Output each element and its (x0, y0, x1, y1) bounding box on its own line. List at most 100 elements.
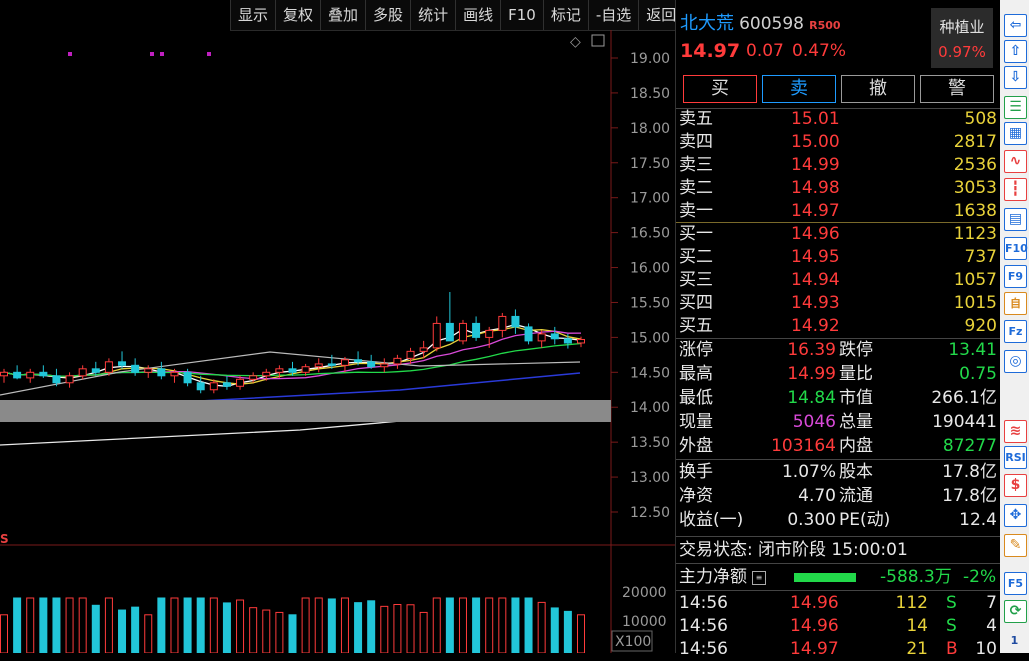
down-arrow-icon[interactable]: ⇩ (1004, 66, 1027, 89)
bid-row[interactable]: 买一 14.96 1123 (676, 223, 1001, 246)
self-icon[interactable]: 自 (1004, 292, 1027, 315)
toolbar-restore-rights[interactable]: 复权 (275, 0, 320, 30)
candle-body (577, 338, 585, 344)
toolbar-statistics[interactable]: 统计 (410, 0, 455, 30)
sector-name: 种植业 (939, 18, 985, 36)
price-tick-label: 14.00 (630, 400, 670, 416)
volume-bar (131, 606, 140, 653)
volume-bar (380, 605, 389, 653)
cancel-button[interactable]: 撤 (841, 75, 915, 103)
tick-count: 10 (975, 639, 997, 659)
candle-body (340, 359, 349, 366)
candle-body (563, 338, 572, 344)
f10-icon[interactable]: F10 (1004, 237, 1028, 260)
fz-icon[interactable]: Fz (1004, 320, 1027, 343)
buy-button[interactable]: 买 (683, 75, 757, 103)
tick-count: 4 (986, 616, 997, 636)
last-price: 14.97 (680, 40, 741, 62)
volume-bar (550, 607, 559, 653)
volume-bar (91, 604, 100, 653)
stat-label: PE(动) (839, 510, 891, 530)
ask-row[interactable]: 卖五 15.01 508 (676, 108, 1001, 131)
volume-bar (249, 607, 258, 653)
stat-value: 14.99 (787, 364, 836, 384)
move-icon[interactable]: ✥ (1004, 504, 1027, 527)
support-band (0, 400, 611, 422)
volume-bar (65, 597, 74, 653)
f9-icon[interactable]: F9 (1004, 265, 1027, 288)
candle-icon[interactable]: ┇ (1004, 178, 1027, 201)
list-icon[interactable]: ☰ (1004, 96, 1027, 119)
diamond-icon[interactable]: ◇ (570, 34, 581, 50)
line-chart-icon[interactable]: ∿ (1004, 150, 1027, 173)
sector-box[interactable]: 种植业 0.97% (931, 8, 993, 68)
candle-body (432, 322, 441, 349)
volume-bar (393, 604, 402, 653)
bid-row[interactable]: 买三 14.94 1057 (676, 269, 1001, 292)
toolbar-f10[interactable]: F10 (500, 0, 543, 30)
toolbar-mark[interactable]: 标记 (542, 0, 588, 30)
stat-value: 17.8亿 (942, 486, 997, 506)
ask-row[interactable]: 卖一 14.97 1638 (676, 200, 1001, 223)
refresh-icon[interactable]: ⟳ (1004, 600, 1027, 623)
bid-row[interactable]: 买二 14.95 737 (676, 246, 1001, 269)
price-tick-label: 15.50 (630, 295, 670, 311)
up-arrow-icon[interactable]: ⇧ (1004, 40, 1027, 63)
tick-side: S (946, 593, 957, 613)
macd-icon[interactable]: ≋ (1004, 420, 1027, 443)
kline-chart[interactable]: 19.00 18.50 18.00 17.50 17.00 16.50 16.00 15.50… (0, 30, 675, 653)
pen-icon[interactable]: ✎ (1004, 534, 1027, 557)
candle-body (537, 333, 546, 342)
candle-body (104, 361, 113, 373)
level-price: 14.92 (791, 316, 840, 336)
window-toggle-icon[interactable] (591, 34, 605, 47)
volume-bar (236, 599, 245, 653)
candle-body (183, 371, 192, 384)
bid-row[interactable]: 买四 14.93 1015 (676, 292, 1001, 315)
grid-icon[interactable]: ▦ (1004, 122, 1027, 145)
circle-icon[interactable]: ◎ (1004, 350, 1027, 373)
doc-icon[interactable]: ▤ (1004, 208, 1027, 231)
price-tick-label: 12.50 (630, 505, 670, 521)
vol-tick-10000: 10000 (622, 614, 667, 630)
f5-icon[interactable]: F5 (1004, 572, 1027, 595)
stat-value: 0.300 (787, 510, 836, 530)
candle-body (52, 375, 61, 384)
volume-bar (432, 597, 441, 653)
alert-button[interactable]: 警 (920, 75, 994, 103)
toolbar-draw-line[interactable]: 画线 (455, 0, 500, 30)
candle-body (170, 371, 179, 377)
price-tick-label: 17.00 (630, 191, 670, 207)
page-number[interactable]: 1 (1004, 630, 1025, 651)
menu-icon[interactable]: ≡ (752, 571, 766, 585)
quote-panel: 北大荒 600598 R500 14.97 0.07 0.47% 种植业 0.9… (675, 0, 1001, 659)
money-icon[interactable]: $ (1004, 474, 1027, 497)
volume-bar (419, 611, 428, 653)
vol-tick-20000: 20000 (622, 585, 667, 601)
stat-label: 股本 (839, 462, 873, 482)
level-price: 14.93 (791, 293, 840, 313)
toolbar-remove-watchlist[interactable]: -自选 (587, 0, 638, 30)
r500-badge: R500 (809, 19, 841, 32)
rsi-icon[interactable]: RSI (1004, 446, 1027, 469)
volume-bar (406, 604, 415, 653)
stat-label: 总量 (839, 412, 873, 432)
ask-row[interactable]: 卖四 15.00 2817 (676, 131, 1001, 154)
volume-bar (275, 611, 284, 653)
sell-button[interactable]: 卖 (762, 75, 836, 103)
ask-row[interactable]: 卖三 14.99 2536 (676, 154, 1001, 177)
level-price: 14.95 (791, 247, 840, 267)
toolbar-multi-stock[interactable]: 多股 (365, 0, 410, 30)
candle-body (275, 368, 284, 373)
ask-row[interactable]: 卖二 14.98 3053 (676, 177, 1001, 200)
toolbar-overlay[interactable]: 叠加 (320, 0, 365, 30)
candle-body (209, 382, 218, 391)
toolbar-display[interactable]: 显示 (230, 0, 275, 30)
level-label: 卖一 (679, 201, 713, 221)
level-volume: 508 (964, 109, 997, 129)
left-arrow-icon[interactable]: ⇦ (1004, 14, 1027, 37)
level-volume: 3053 (953, 178, 997, 198)
bid-row[interactable]: 买五 14.92 920 (676, 315, 1001, 338)
price-tick-label: 17.50 (630, 156, 670, 172)
volume-bars (0, 597, 585, 653)
